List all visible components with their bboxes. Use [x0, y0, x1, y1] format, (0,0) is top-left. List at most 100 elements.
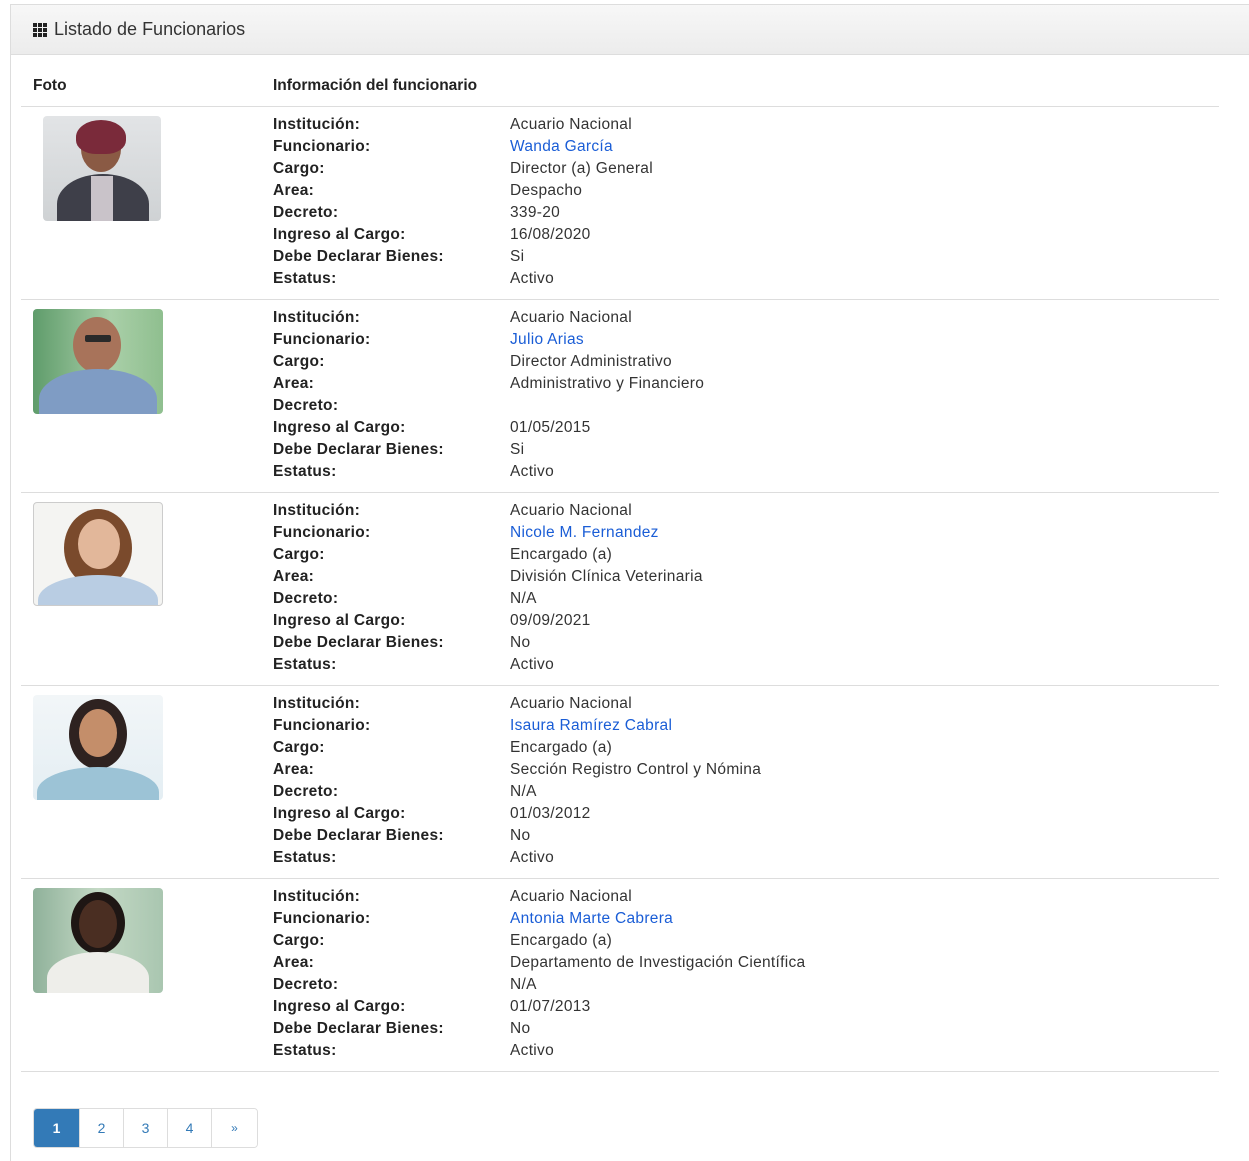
- funcionarios-table: Foto Información del funcionario Institu…: [21, 72, 1219, 1072]
- label-funcionario: Funcionario:: [273, 910, 371, 927]
- info-cell: Institución: Acuario Nacional Funcionari…: [273, 107, 653, 299]
- label-ingreso: Ingreso al Cargo:: [273, 419, 406, 436]
- value-ingreso: 01/07/2013: [510, 998, 591, 1015]
- value-institucion: Acuario Nacional: [510, 502, 632, 519]
- label-ingreso: Ingreso al Cargo:: [273, 805, 406, 822]
- page-button-3[interactable]: 3: [123, 1109, 167, 1147]
- value-cargo: Encargado (a): [510, 546, 613, 563]
- grid-icon: [33, 22, 47, 37]
- table-row: Institución: Acuario Nacional Funcionari…: [21, 879, 1219, 1072]
- value-area: División Clínica Veterinaria: [510, 568, 703, 585]
- next-page-button[interactable]: »: [211, 1109, 257, 1147]
- value-ingreso: 01/03/2012: [510, 805, 591, 822]
- label-cargo: Cargo:: [273, 932, 325, 949]
- label-cargo: Cargo:: [273, 353, 325, 370]
- label-estatus: Estatus:: [273, 656, 337, 673]
- header-info: Información del funcionario: [273, 77, 478, 94]
- label-decreto: Decreto:: [273, 783, 339, 800]
- info-cell: Institución: Acuario Nacional Funcionari…: [273, 300, 704, 492]
- label-estatus: Estatus:: [273, 463, 337, 480]
- value-ingreso: 01/05/2015: [510, 419, 591, 436]
- table-row: Institución: Acuario Nacional Funcionari…: [21, 300, 1219, 493]
- table-header: Foto Información del funcionario: [21, 72, 1219, 107]
- label-declarar: Debe Declarar Bienes:: [273, 441, 444, 458]
- value-estatus: Activo: [510, 1042, 555, 1059]
- photo-nicole-fernandez: [33, 502, 163, 606]
- value-estatus: Activo: [510, 849, 555, 866]
- label-cargo: Cargo:: [273, 739, 325, 756]
- table-row: Institución: Acuario Nacional Funcionari…: [21, 107, 1219, 300]
- value-institucion: Acuario Nacional: [510, 116, 632, 133]
- photo-antonia-marte: [33, 888, 163, 993]
- funcionario-link[interactable]: Wanda García: [510, 138, 613, 155]
- label-funcionario: Funcionario:: [273, 331, 371, 348]
- label-area: Area:: [273, 568, 315, 585]
- value-cargo: Director Administrativo: [510, 353, 672, 370]
- photo-cell: [21, 493, 273, 685]
- value-declarar: No: [510, 634, 531, 651]
- funcionario-link[interactable]: Nicole M. Fernandez: [510, 524, 659, 541]
- label-declarar: Debe Declarar Bienes:: [273, 1020, 444, 1037]
- label-area: Area:: [273, 954, 315, 971]
- value-cargo: Encargado (a): [510, 739, 613, 756]
- pagination: 1 2 3 4 »: [33, 1108, 258, 1148]
- label-area: Area:: [273, 182, 315, 199]
- page-button-4[interactable]: 4: [167, 1109, 211, 1147]
- value-decreto: N/A: [510, 783, 537, 800]
- funcionario-link[interactable]: Isaura Ramírez Cabral: [510, 717, 672, 734]
- value-declarar: No: [510, 1020, 531, 1037]
- panel-heading: Listado de Funcionarios: [11, 5, 1249, 55]
- info-cell: Institución: Acuario Nacional Funcionari…: [273, 879, 805, 1071]
- label-estatus: Estatus:: [273, 270, 337, 287]
- label-ingreso: Ingreso al Cargo:: [273, 226, 406, 243]
- label-area: Area:: [273, 761, 315, 778]
- label-decreto: Decreto:: [273, 976, 339, 993]
- label-institucion: Institución:: [273, 888, 361, 905]
- label-institucion: Institución:: [273, 116, 361, 133]
- value-ingreso: 09/09/2021: [510, 612, 591, 629]
- panel-title: Listado de Funcionarios: [33, 19, 245, 40]
- value-estatus: Activo: [510, 463, 555, 480]
- value-decreto: N/A: [510, 590, 537, 607]
- funcionario-link[interactable]: Antonia Marte Cabrera: [510, 910, 673, 927]
- label-decreto: Decreto:: [273, 590, 339, 607]
- info-cell: Institución: Acuario Nacional Funcionari…: [273, 493, 703, 685]
- table-row: Institución: Acuario Nacional Funcionari…: [21, 493, 1219, 686]
- photo-cell: [21, 300, 273, 492]
- value-ingreso: 16/08/2020: [510, 226, 591, 243]
- label-institucion: Institución:: [273, 502, 361, 519]
- label-area: Area:: [273, 375, 315, 392]
- label-ingreso: Ingreso al Cargo:: [273, 612, 406, 629]
- label-institucion: Institución:: [273, 309, 361, 326]
- label-cargo: Cargo:: [273, 546, 325, 563]
- label-funcionario: Funcionario:: [273, 717, 371, 734]
- value-area: Sección Registro Control y Nómina: [510, 761, 762, 778]
- page-button-1[interactable]: 1: [34, 1109, 79, 1147]
- photo-cell: [21, 879, 273, 1071]
- photo-wanda-garcia: [43, 116, 161, 221]
- value-estatus: Activo: [510, 270, 555, 287]
- label-estatus: Estatus:: [273, 849, 337, 866]
- value-institucion: Acuario Nacional: [510, 309, 632, 326]
- label-decreto: Decreto:: [273, 204, 339, 221]
- value-cargo: Encargado (a): [510, 932, 613, 949]
- table-row: Institución: Acuario Nacional Funcionari…: [21, 686, 1219, 879]
- value-institucion: Acuario Nacional: [510, 695, 632, 712]
- label-estatus: Estatus:: [273, 1042, 337, 1059]
- value-decreto: N/A: [510, 976, 537, 993]
- info-cell: Institución: Acuario Nacional Funcionari…: [273, 686, 761, 878]
- photo-cell: [21, 686, 273, 878]
- label-declarar: Debe Declarar Bienes:: [273, 634, 444, 651]
- label-decreto: Decreto:: [273, 397, 339, 414]
- funcionario-link[interactable]: Julio Arias: [510, 331, 584, 348]
- value-cargo: Director (a) General: [510, 160, 653, 177]
- value-area: Departamento de Investigación Científica: [510, 954, 806, 971]
- page-button-2[interactable]: 2: [79, 1109, 123, 1147]
- label-institucion: Institución:: [273, 695, 361, 712]
- panel-title-text: Listado de Funcionarios: [54, 19, 246, 39]
- label-funcionario: Funcionario:: [273, 524, 371, 541]
- value-institucion: Acuario Nacional: [510, 888, 632, 905]
- label-cargo: Cargo:: [273, 160, 325, 177]
- value-declarar: No: [510, 827, 531, 844]
- value-decreto: [510, 397, 704, 419]
